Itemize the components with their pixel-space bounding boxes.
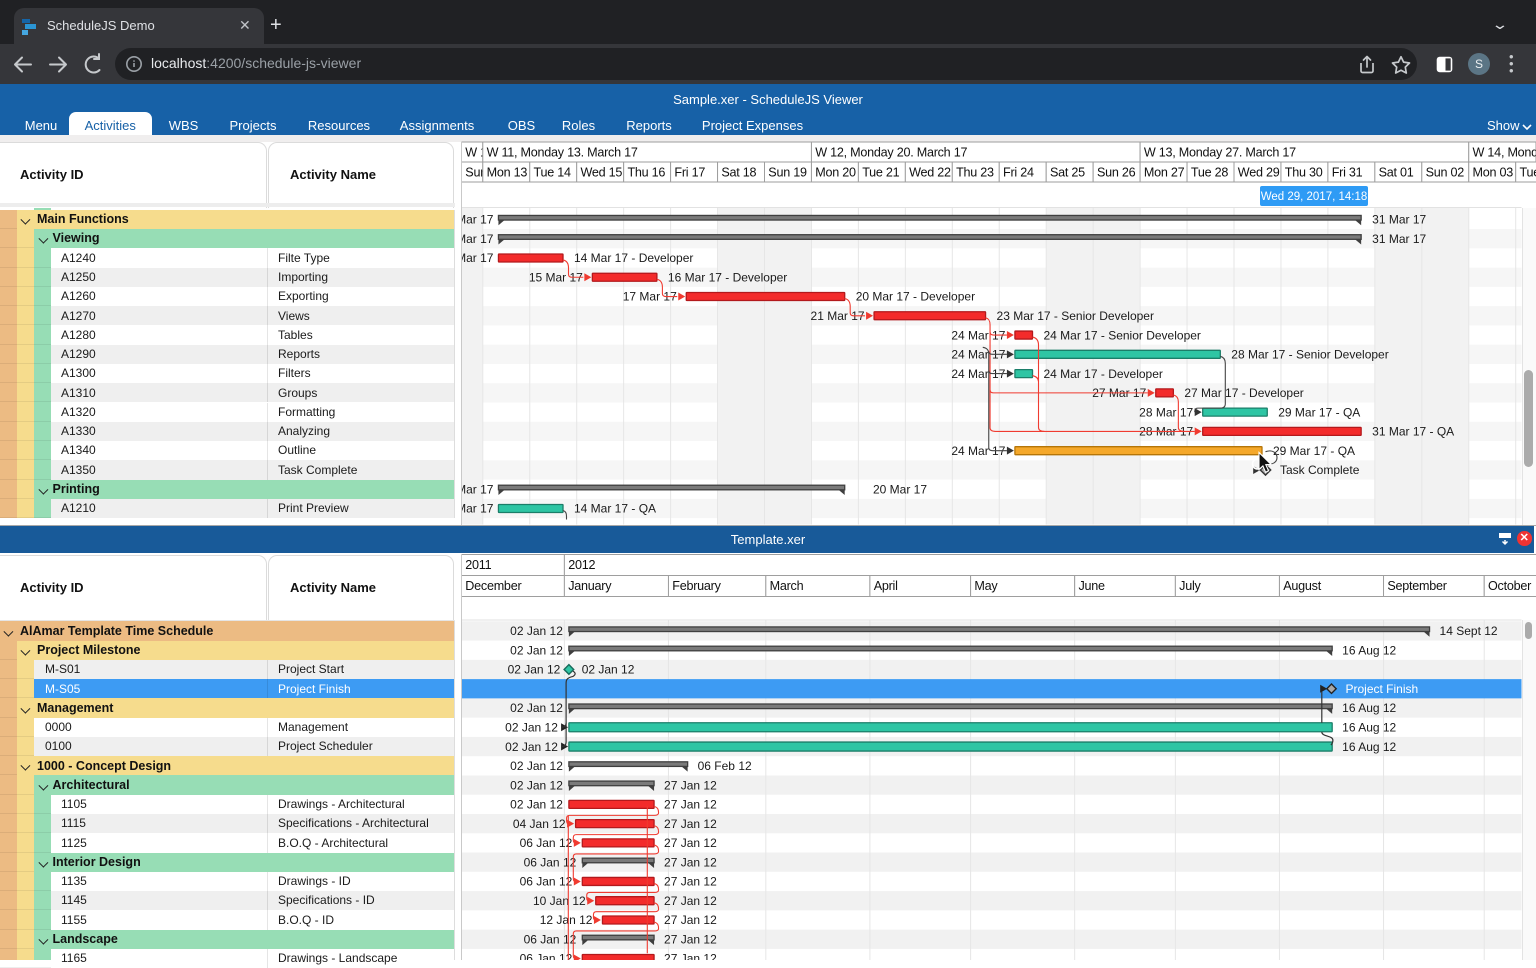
svg-text:Tue 14: Tue 14 (534, 165, 571, 179)
svg-text:02 Jan 12: 02 Jan 12 (510, 643, 563, 657)
svg-text:27 Jan 12: 27 Jan 12 (664, 875, 717, 889)
svg-text:28 Mar 17 - Senior Developer: 28 Mar 17 - Senior Developer (1231, 348, 1388, 362)
svg-text:29 Mar 17 - QA: 29 Mar 17 - QA (1278, 405, 1360, 419)
svg-text:Thu 23: Thu 23 (956, 165, 994, 179)
svg-text:July: July (1179, 579, 1201, 593)
svg-text:Sun 26: Sun 26 (1097, 165, 1136, 179)
svg-text:Wed 29, 2017, 14:18: Wed 29, 2017, 14:18 (1261, 191, 1368, 203)
svg-text:06 Jan 12: 06 Jan 12 (520, 836, 573, 850)
svg-text:Wed 22: Wed 22 (909, 165, 951, 179)
svg-text:14 Mar 17 - QA: 14 Mar 17 - QA (574, 502, 656, 516)
svg-text:02 Jan 12: 02 Jan 12 (508, 663, 561, 677)
svg-text:02 Jan 12: 02 Jan 12 (505, 740, 558, 754)
svg-text:31 Mar 17: 31 Mar 17 (1372, 213, 1426, 227)
svg-text:14 Sept 12: 14 Sept 12 (1440, 624, 1498, 638)
svg-text:20 Mar 17 - Developer: 20 Mar 17 - Developer (856, 290, 975, 304)
svg-text:W 11, Monday 13. March 17: W 11, Monday 13. March 17 (487, 145, 638, 159)
svg-text:Tue 28: Tue 28 (1191, 165, 1228, 179)
svg-text:September: September (1387, 579, 1446, 593)
svg-text:December: December (465, 579, 521, 593)
svg-text:Mon 03: Mon 03 (1473, 165, 1514, 179)
svg-text:Mon 27: Mon 27 (1144, 165, 1185, 179)
svg-text:24 Mar 17 - Developer: 24 Mar 17 - Developer (1044, 367, 1163, 381)
svg-text:Sun 19: Sun 19 (768, 165, 807, 179)
svg-text:27 Jan 12: 27 Jan 12 (664, 798, 717, 812)
svg-text:May: May (974, 579, 998, 593)
svg-text:29 Mar 17 - QA: 29 Mar 17 - QA (1273, 444, 1355, 458)
svg-text:April: April (874, 579, 898, 593)
svg-text:31 Mar 17: 31 Mar 17 (1372, 232, 1426, 246)
svg-text:Project Finish: Project Finish (1346, 682, 1419, 696)
svg-text:27 Jan 12: 27 Jan 12 (664, 778, 717, 792)
svg-text:27 Jan 12: 27 Jan 12 (664, 894, 717, 908)
svg-text:Task Complete: Task Complete (1280, 463, 1360, 477)
svg-text:06 Feb 12: 06 Feb 12 (698, 759, 752, 773)
svg-text:W 14, Monday 3. April 17: W 14, Monday 3. April 17 (1473, 145, 1536, 159)
svg-text:02 Jan 12: 02 Jan 12 (582, 663, 635, 677)
svg-text:02 Jan 12: 02 Jan 12 (510, 759, 563, 773)
svg-text:October: October (1488, 579, 1531, 593)
svg-text:Mon 13: Mon 13 (487, 165, 528, 179)
svg-text:27 Jan 12: 27 Jan 12 (664, 855, 717, 869)
svg-text:27 Jan 12: 27 Jan 12 (664, 932, 717, 946)
svg-text:2011: 2011 (465, 558, 491, 572)
svg-text:02 Jan 12: 02 Jan 12 (505, 720, 558, 734)
svg-text:20 Mar 17: 20 Mar 17 (873, 482, 927, 496)
svg-text:Sat 18: Sat 18 (721, 165, 756, 179)
svg-text:Sat 01: Sat 01 (1379, 165, 1414, 179)
svg-text:March: March (770, 579, 804, 593)
svg-text:02 Jan 12: 02 Jan 12 (510, 798, 563, 812)
svg-text:16 Mar 17 - Developer: 16 Mar 17 - Developer (668, 270, 787, 284)
svg-text:Mon 20: Mon 20 (815, 165, 856, 179)
svg-text:W 12, Monday 20. March 17: W 12, Monday 20. March 17 (815, 145, 967, 159)
svg-text:Wed 29: Wed 29 (1238, 165, 1280, 179)
svg-text:16 Aug 12: 16 Aug 12 (1342, 701, 1396, 715)
svg-text:Tue 21: Tue 21 (862, 165, 899, 179)
svg-text:June: June (1078, 579, 1105, 593)
svg-text:16 Aug 12: 16 Aug 12 (1342, 643, 1396, 657)
svg-text:06 Jan 12: 06 Jan 12 (520, 952, 573, 960)
svg-text:Fri 24: Fri 24 (1003, 165, 1034, 179)
svg-text:31 Mar 17 - QA: 31 Mar 17 - QA (1372, 425, 1454, 439)
svg-text:Wed 15: Wed 15 (581, 165, 623, 179)
svg-text:2012: 2012 (568, 558, 595, 572)
svg-text:23 Mar 17 - Senior Developer: 23 Mar 17 - Senior Developer (997, 309, 1154, 323)
svg-text:Fri 31: Fri 31 (1332, 165, 1363, 179)
svg-text:Sun 02: Sun 02 (1426, 165, 1465, 179)
svg-text:27 Jan 12: 27 Jan 12 (664, 836, 717, 850)
svg-text:August: August (1283, 579, 1321, 593)
svg-text:27 Jan 12: 27 Jan 12 (664, 913, 717, 927)
svg-text:W 13, Monday 27. March 17: W 13, Monday 27. March 17 (1144, 145, 1296, 159)
svg-text:Tue 04: Tue 04 (1520, 165, 1536, 179)
svg-text:12 Jan 12: 12 Jan 12 (540, 913, 593, 927)
svg-text:16 Aug 12: 16 Aug 12 (1342, 740, 1396, 754)
svg-text:Thu 16: Thu 16 (627, 165, 665, 179)
svg-text:February: February (672, 579, 721, 593)
svg-text:02 Jan 12: 02 Jan 12 (510, 701, 563, 715)
svg-text:02 Jan 12: 02 Jan 12 (510, 778, 563, 792)
svg-text:06 Jan 12: 06 Jan 12 (520, 875, 573, 889)
svg-text:04 Jan 12: 04 Jan 12 (513, 817, 566, 831)
svg-text:10 Jan 12: 10 Jan 12 (533, 894, 586, 908)
svg-text:27 Mar 17 - Developer: 27 Mar 17 - Developer (1184, 386, 1303, 400)
svg-text:24 Mar 17 - Senior Developer: 24 Mar 17 - Senior Developer (1044, 328, 1201, 342)
svg-text:Thu 30: Thu 30 (1285, 165, 1323, 179)
svg-text:27 Jan 12: 27 Jan 12 (664, 817, 717, 831)
svg-text:16 Aug 12: 16 Aug 12 (1342, 720, 1396, 734)
svg-text:Sat 25: Sat 25 (1050, 165, 1085, 179)
svg-text:Fri 17: Fri 17 (674, 165, 705, 179)
svg-text:28 Mar 17: 28 Mar 17 (1139, 405, 1193, 419)
svg-text:14 Mar 17 - Developer: 14 Mar 17 - Developer (574, 251, 693, 265)
svg-text:02 Jan 12: 02 Jan 12 (510, 624, 563, 638)
svg-text:27 Jan 12: 27 Jan 12 (664, 952, 717, 960)
svg-text:January: January (568, 579, 612, 593)
